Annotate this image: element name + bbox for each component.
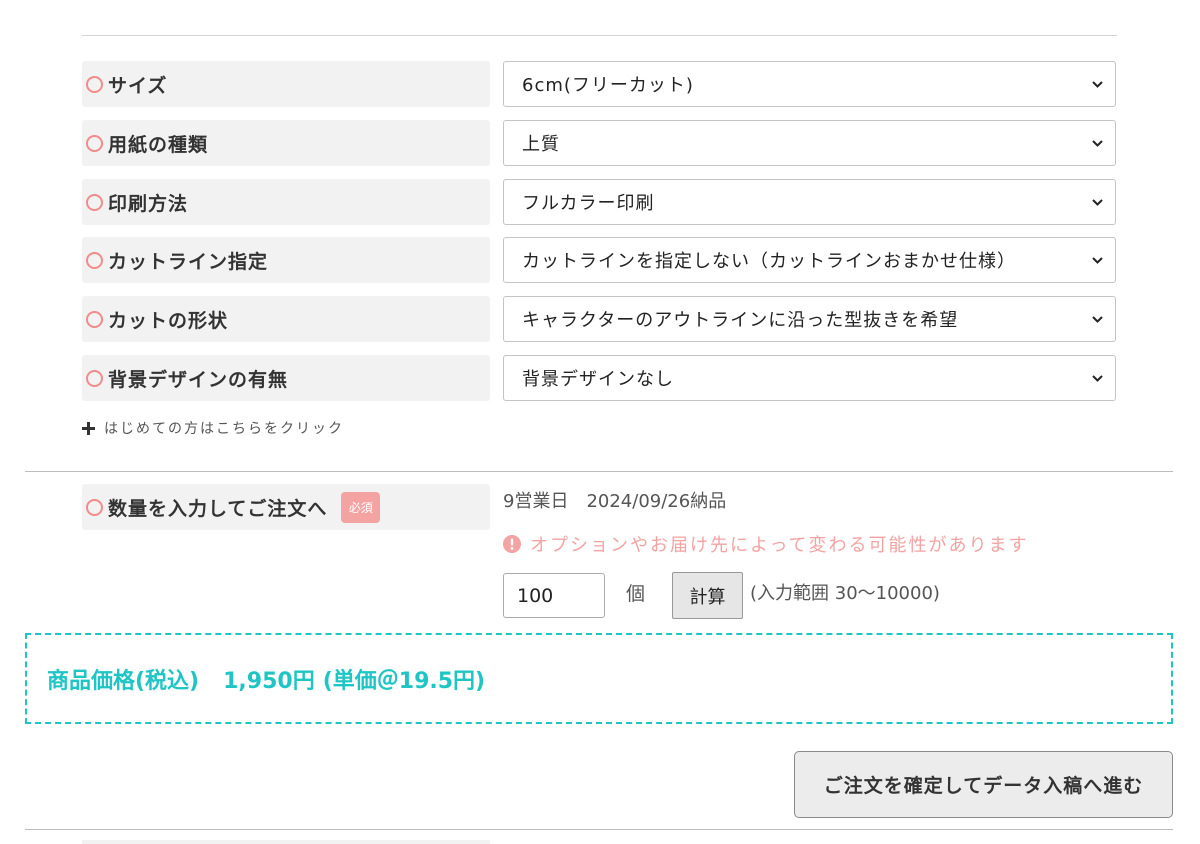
- option-label-print-method: 印刷方法: [82, 179, 490, 225]
- chevron-down-icon: [1092, 315, 1103, 323]
- quantity-label: 数量を入力してご注文へ 必須: [82, 484, 490, 530]
- circle-icon: [86, 251, 103, 269]
- first-time-guide-link[interactable]: はじめての方はこちらをクリック: [82, 417, 344, 439]
- unit-price: (単価＠19.5円): [322, 668, 486, 694]
- chevron-down-icon: [1092, 80, 1103, 88]
- select-value: カットラインを指定しない（カットラインおまかせ仕様）: [522, 251, 1016, 272]
- option-label-size: サイズ: [82, 61, 490, 107]
- option-label-text: 印刷方法: [108, 192, 189, 215]
- circle-icon: [86, 193, 103, 211]
- option-label-cutline: カットライン指定: [82, 237, 490, 283]
- plus-icon: [82, 421, 95, 435]
- circle-icon: [86, 369, 103, 387]
- required-badge: 必須: [341, 491, 381, 523]
- chevron-down-icon: [1092, 374, 1103, 382]
- size-select[interactable]: 6cm(フリーカット): [503, 61, 1116, 107]
- cut-shape-select[interactable]: キャラクターのアウトラインに沿った型抜きを希望: [503, 296, 1116, 342]
- option-label-text: カットライン指定: [108, 250, 269, 273]
- quantity-unit: 個: [626, 583, 646, 605]
- circle-icon: [86, 498, 103, 516]
- option-label-background-design: 背景デザインの有無: [82, 355, 490, 401]
- price-summary: 商品価格(税込) 1,950円 (単価＠19.5円): [25, 633, 1173, 724]
- price-total: 1,950円: [223, 668, 315, 694]
- delivery-date: 9営業日 2024/09/26納品: [503, 491, 727, 512]
- select-value: 6cm(フリーカット): [522, 75, 694, 96]
- quantity-label-text: 数量を入力してご注文へ: [108, 497, 328, 520]
- section-divider: [25, 471, 1173, 472]
- select-value: キャラクターのアウトラインに沿った型抜きを希望: [522, 310, 959, 331]
- paper-type-select[interactable]: 上質: [503, 120, 1116, 166]
- top-divider: [82, 35, 1117, 36]
- select-value: フルカラー印刷: [522, 193, 655, 214]
- next-section-label-box: [82, 840, 490, 844]
- first-time-guide-label: はじめての方はこちらをクリック: [104, 421, 344, 437]
- notice-text: オプションやお届け先によって変わる可能性があります: [530, 535, 1029, 556]
- background-design-select[interactable]: 背景デザインなし: [503, 355, 1116, 401]
- confirm-order-button[interactable]: ご注文を確定してデータ入稿へ進む: [794, 751, 1173, 818]
- price-label: 商品価格(税込): [47, 668, 200, 694]
- notice: オプションやお届け先によって変わる可能性があります: [503, 532, 1029, 556]
- quantity-range: (入力範囲 30〜10000): [750, 583, 940, 604]
- exclamation-icon: [503, 535, 521, 553]
- option-label-text: カットの形状: [108, 309, 229, 332]
- quantity-input[interactable]: [503, 573, 605, 618]
- cutline-select[interactable]: カットラインを指定しない（カットラインおまかせ仕様）: [503, 237, 1116, 283]
- chevron-down-icon: [1092, 198, 1103, 206]
- circle-icon: [86, 310, 103, 328]
- circle-icon: [86, 134, 103, 152]
- chevron-down-icon: [1092, 139, 1103, 147]
- circle-icon: [86, 75, 103, 93]
- option-label-text: サイズ: [108, 74, 168, 97]
- option-label-text: 用紙の種類: [108, 133, 209, 156]
- chevron-down-icon: [1092, 256, 1103, 264]
- bottom-divider: [25, 829, 1173, 830]
- option-label-paper-type: 用紙の種類: [82, 120, 490, 166]
- print-method-select[interactable]: フルカラー印刷: [503, 179, 1116, 225]
- select-value: 背景デザインなし: [522, 369, 674, 390]
- option-label-text: 背景デザインの有無: [108, 368, 289, 391]
- calculate-button[interactable]: 計算: [672, 572, 743, 619]
- option-label-cut-shape: カットの形状: [82, 296, 490, 342]
- select-value: 上質: [522, 134, 560, 155]
